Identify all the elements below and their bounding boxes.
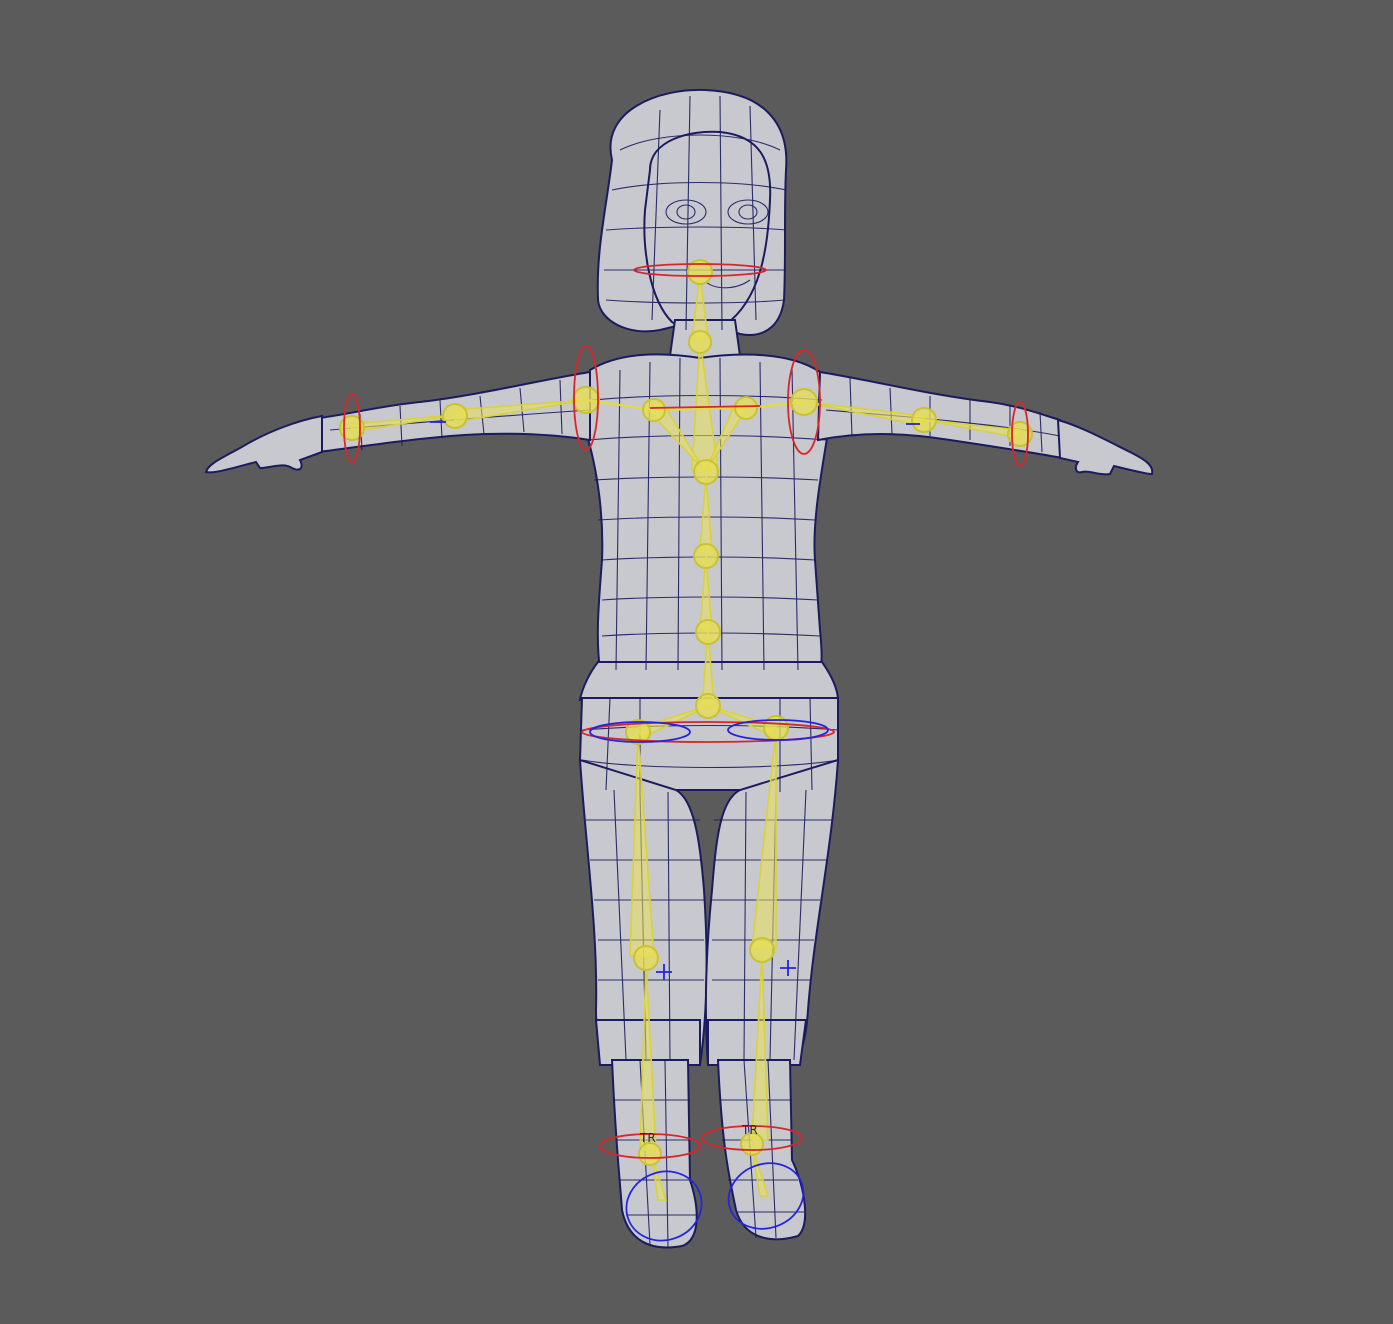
joint-clavicle-left	[642, 398, 666, 422]
joint-shoulder-right	[790, 388, 818, 416]
joint-elbow-right	[911, 407, 937, 433]
joint-waist	[695, 619, 721, 645]
joint-clavicle-right	[734, 396, 758, 420]
joint-spine	[693, 543, 719, 569]
hand-left-mesh	[204, 414, 323, 474]
rig-scene: TR TR	[204, 88, 1154, 1249]
3d-viewport[interactable]: TR TR	[0, 0, 1393, 1324]
joint-shoulder-left	[572, 386, 600, 414]
hand-right-mesh	[1056, 418, 1154, 476]
joint-pelvis	[695, 693, 721, 719]
joint-elbow-left	[442, 403, 468, 429]
joint-knee-left	[633, 945, 659, 971]
joint-knee-right	[749, 937, 775, 963]
joint-ankle-left	[638, 1142, 662, 1166]
joint-neck	[688, 330, 712, 354]
ankle-left-ctrl-label: TR	[639, 1131, 656, 1145]
joint-chest	[693, 459, 719, 485]
ankle-right-ctrl-label: TR	[741, 1123, 758, 1137]
